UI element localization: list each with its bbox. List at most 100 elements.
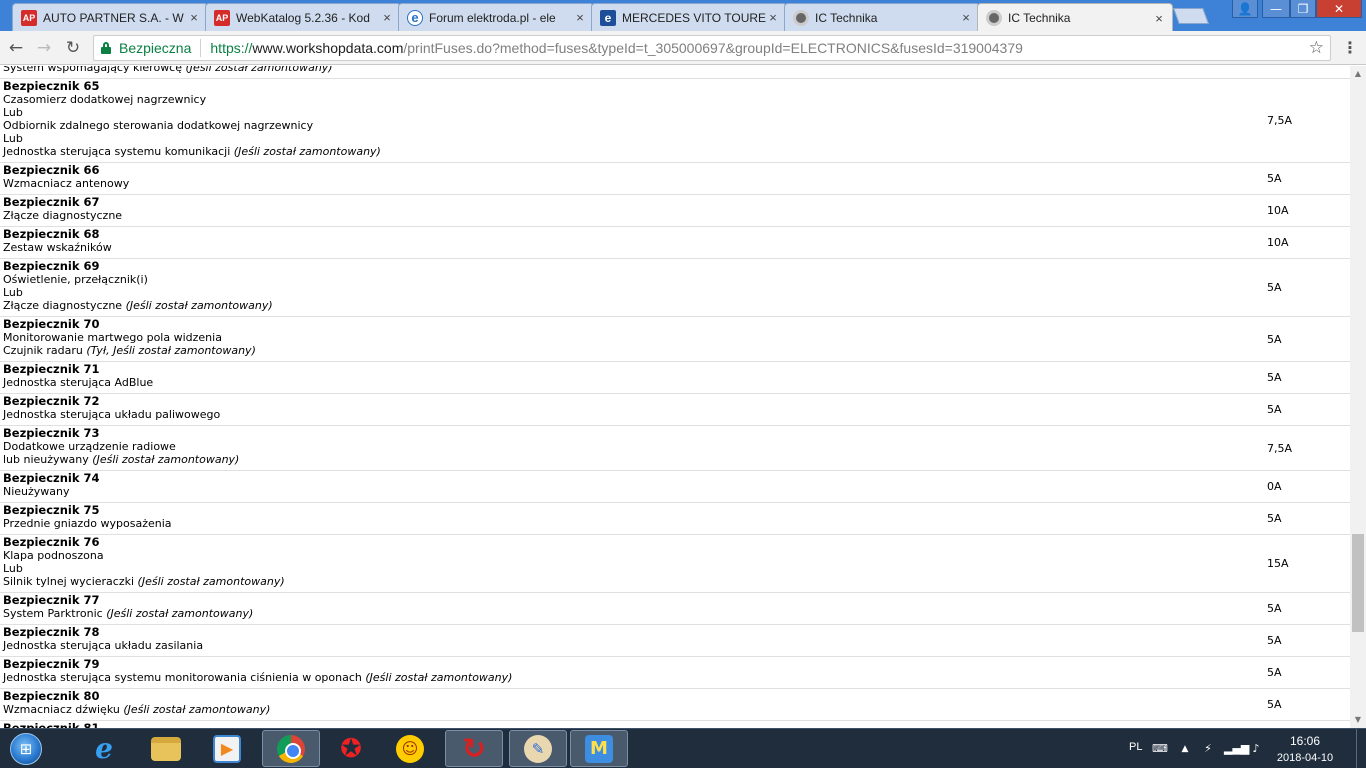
sync-app-icon: ↻ — [462, 732, 486, 765]
tab-close-icon[interactable]: × — [1152, 11, 1166, 26]
language-indicator[interactable]: PL — [1129, 741, 1142, 753]
power-icon[interactable]: ⚡ — [1200, 741, 1216, 757]
fuse-description-cell: Bezpiecznik 74 Nieużywany — [0, 470, 1265, 503]
fuse-description-cell: Bezpiecznik 67 Złącze diagnostyczne — [0, 194, 1265, 227]
tab-4[interactable]: IC Technika × — [784, 3, 980, 31]
fuse-amperage: 7,5A — [1265, 78, 1350, 163]
taskbar-button[interactable] — [262, 730, 320, 767]
start-button[interactable]: ⊞ — [4, 731, 48, 767]
browser-menu-button[interactable]: ⋮ — [1341, 38, 1359, 58]
m-app-icon: M — [585, 734, 613, 763]
fuse-description-cell: Bezpiecznik 71 Jednostka sterująca AdBlue — [0, 361, 1265, 394]
fuse-function-line: Czasomierz dodatkowej nagrzewnicy — [3, 93, 1262, 106]
fuse-function-text: Jednostka sterująca systemu komunikacji — [3, 145, 234, 158]
fuse-amperage: 5A — [1265, 656, 1350, 689]
autopartner-app-icon: ✪ — [340, 733, 362, 764]
tab-title: MERCEDES VITO TOURE — [622, 10, 766, 25]
forward-button[interactable]: → — [34, 38, 54, 58]
fuse-function-text: Wzmacniacz dźwięku — [3, 703, 124, 716]
profile-button[interactable]: 👤 — [1232, 0, 1258, 18]
taskbar-button[interactable]: ▶ — [198, 730, 256, 767]
browser-tab-strip: AP AUTO PARTNER S.A. - W × AP WebKatalog 5.2… — [0, 0, 1366, 32]
keyboard-icon[interactable]: ⌨ — [1152, 741, 1168, 757]
new-tab-button[interactable] — [1173, 8, 1209, 24]
fuse-amperage: 5A — [1265, 361, 1350, 394]
tab-title: IC Technika — [1008, 11, 1071, 25]
taskbar-button[interactable]: ☺ — [381, 730, 439, 767]
fuse-condition-note: (Jeśli został zamontowany) — [365, 671, 513, 684]
autopartner-logo-icon: AP — [214, 9, 230, 26]
fuse-title: Bezpiecznik 66 — [3, 163, 100, 177]
scroll-up-arrow-icon[interactable]: ▲ — [1350, 66, 1366, 82]
minimize-button[interactable]: — — [1262, 0, 1290, 18]
fuse-title: Bezpiecznik 77 — [3, 593, 100, 607]
scroll-thumb[interactable] — [1352, 534, 1364, 633]
show-desktop-button[interactable] — [1356, 729, 1366, 768]
fuse-condition-note: (Jeśli został zamontowany) — [92, 453, 240, 466]
fuse-title: Bezpiecznik 78 — [3, 625, 100, 639]
fuse-function-text: Jednostka sterująca układu paliwowego — [3, 408, 221, 421]
tab-close-icon[interactable]: × — [187, 10, 201, 25]
fuse-title: Bezpiecznik 71 — [3, 362, 100, 376]
fuse-row: Bezpiecznik 72 Jednostka sterująca układu… — [0, 393, 1350, 426]
taskbar-button[interactable]: ✎ — [509, 730, 567, 767]
fuse-row: Bezpiecznik 68 Zestaw wskaźników 10A — [0, 226, 1350, 259]
file-explorer-icon — [151, 736, 181, 761]
taskbar-button[interactable] — [137, 730, 195, 767]
back-button[interactable]: ← — [6, 38, 26, 58]
reload-button[interactable]: ↻ — [63, 38, 83, 58]
fuse-description-cell: Bezpiecznik 75 Przednie gniazdo wyposażen… — [0, 502, 1265, 535]
network-signal-icon[interactable]: ▂▄▆ — [1224, 741, 1249, 757]
fuse-function-line: lub nieużywany (Jeśli został zamontowany… — [3, 453, 1262, 466]
fuse-row: Bezpiecznik 75 Przednie gniazdo wyposażen… — [0, 502, 1350, 535]
tab-close-icon[interactable]: × — [959, 10, 973, 25]
tab-close-icon[interactable]: × — [573, 10, 587, 25]
scroll-down-arrow-icon[interactable]: ▼ — [1350, 712, 1366, 728]
fuse-function-line: Klapa podnoszona — [3, 549, 1262, 562]
fuse-amperage: 5A — [1265, 316, 1350, 362]
taskbar-button[interactable]: e — [75, 730, 133, 767]
fuse-description-cell: Bezpiecznik 79 Jednostka sterująca system… — [0, 656, 1265, 689]
volume-icon[interactable]: ♪ — [1248, 741, 1264, 757]
fuse-function-text: Jednostka sterująca układu zasilania — [3, 639, 204, 652]
fuse-function-line: Dodatkowe urządzenie radiowe — [3, 440, 1262, 453]
fuse-title: Bezpiecznik 75 — [3, 503, 100, 517]
browser-toolbar: ← → ↻ Bezpieczna https://www.workshopdat… — [0, 31, 1366, 65]
fuse-title: Bezpiecznik 76 — [3, 535, 100, 549]
fuse-function-line: Silnik tylnej wycieraczki (Jeśli został … — [3, 575, 1262, 588]
tab-2[interactable]: e Forum elektroda.pl - ele × — [398, 3, 594, 31]
url-path: /printFuses.do?method=fuses&typeId=t_305… — [403, 40, 1023, 56]
fuse-function-line: Lub — [3, 562, 1262, 575]
fuse-row: Bezpiecznik 65 Czasomierz dodatkowej nagr… — [0, 78, 1350, 163]
show-hidden-icons-icon[interactable]: ▲ — [1177, 741, 1193, 757]
tab-close-icon[interactable]: × — [766, 10, 780, 25]
fuse-function-line: Lub — [3, 106, 1262, 119]
vertical-scrollbar[interactable]: ▲ ▼ — [1350, 66, 1366, 728]
tab-close-icon[interactable]: × — [380, 10, 394, 25]
tab-5[interactable]: IC Technika × — [977, 3, 1173, 32]
close-window-button[interactable]: ✕ — [1316, 0, 1362, 18]
fuse-amperage: 5A — [1265, 502, 1350, 535]
fuse-function-line: Złącze diagnostyczne — [3, 209, 1262, 222]
person-icon: 👤 — [1237, 1, 1253, 16]
bookmark-star-icon[interactable]: ☆ — [1309, 38, 1324, 58]
taskbar-button[interactable]: M — [570, 730, 628, 767]
fuse-amperage: 5A — [1265, 258, 1350, 317]
tab-1[interactable]: AP WebKatalog 5.2.36 - Kod × — [205, 3, 401, 31]
fuse-amperage: 15A — [1265, 534, 1350, 593]
clock[interactable]: 16:06 2018-04-10 — [1270, 734, 1340, 766]
fuse-row: Bezpiecznik 70 Monitorowanie martwego pol… — [0, 316, 1350, 362]
fuse-function-text: Lub — [3, 106, 23, 119]
address-bar[interactable]: Bezpieczna https://www.workshopdata.com /… — [93, 35, 1331, 61]
fuse-function-line: Jednostka sterująca AdBlue — [3, 376, 1262, 389]
elektroda-e-icon: e — [600, 9, 616, 26]
fuse-amperage: 5A — [1265, 624, 1350, 657]
fuse-function-text: Jednostka sterująca AdBlue — [3, 376, 154, 389]
taskbar-button[interactable]: ✪ — [322, 730, 380, 767]
fuse-condition-note: (Jeśli został zamontowany) — [233, 145, 381, 158]
taskbar-button[interactable]: ↻ — [445, 730, 503, 767]
tab-3[interactable]: e MERCEDES VITO TOURE × — [591, 3, 787, 31]
maximize-button[interactable]: ❐ — [1290, 0, 1316, 18]
fuse-function-text: Wzmacniacz antenowy — [3, 177, 130, 190]
tab-0[interactable]: AP AUTO PARTNER S.A. - W × — [12, 3, 208, 31]
